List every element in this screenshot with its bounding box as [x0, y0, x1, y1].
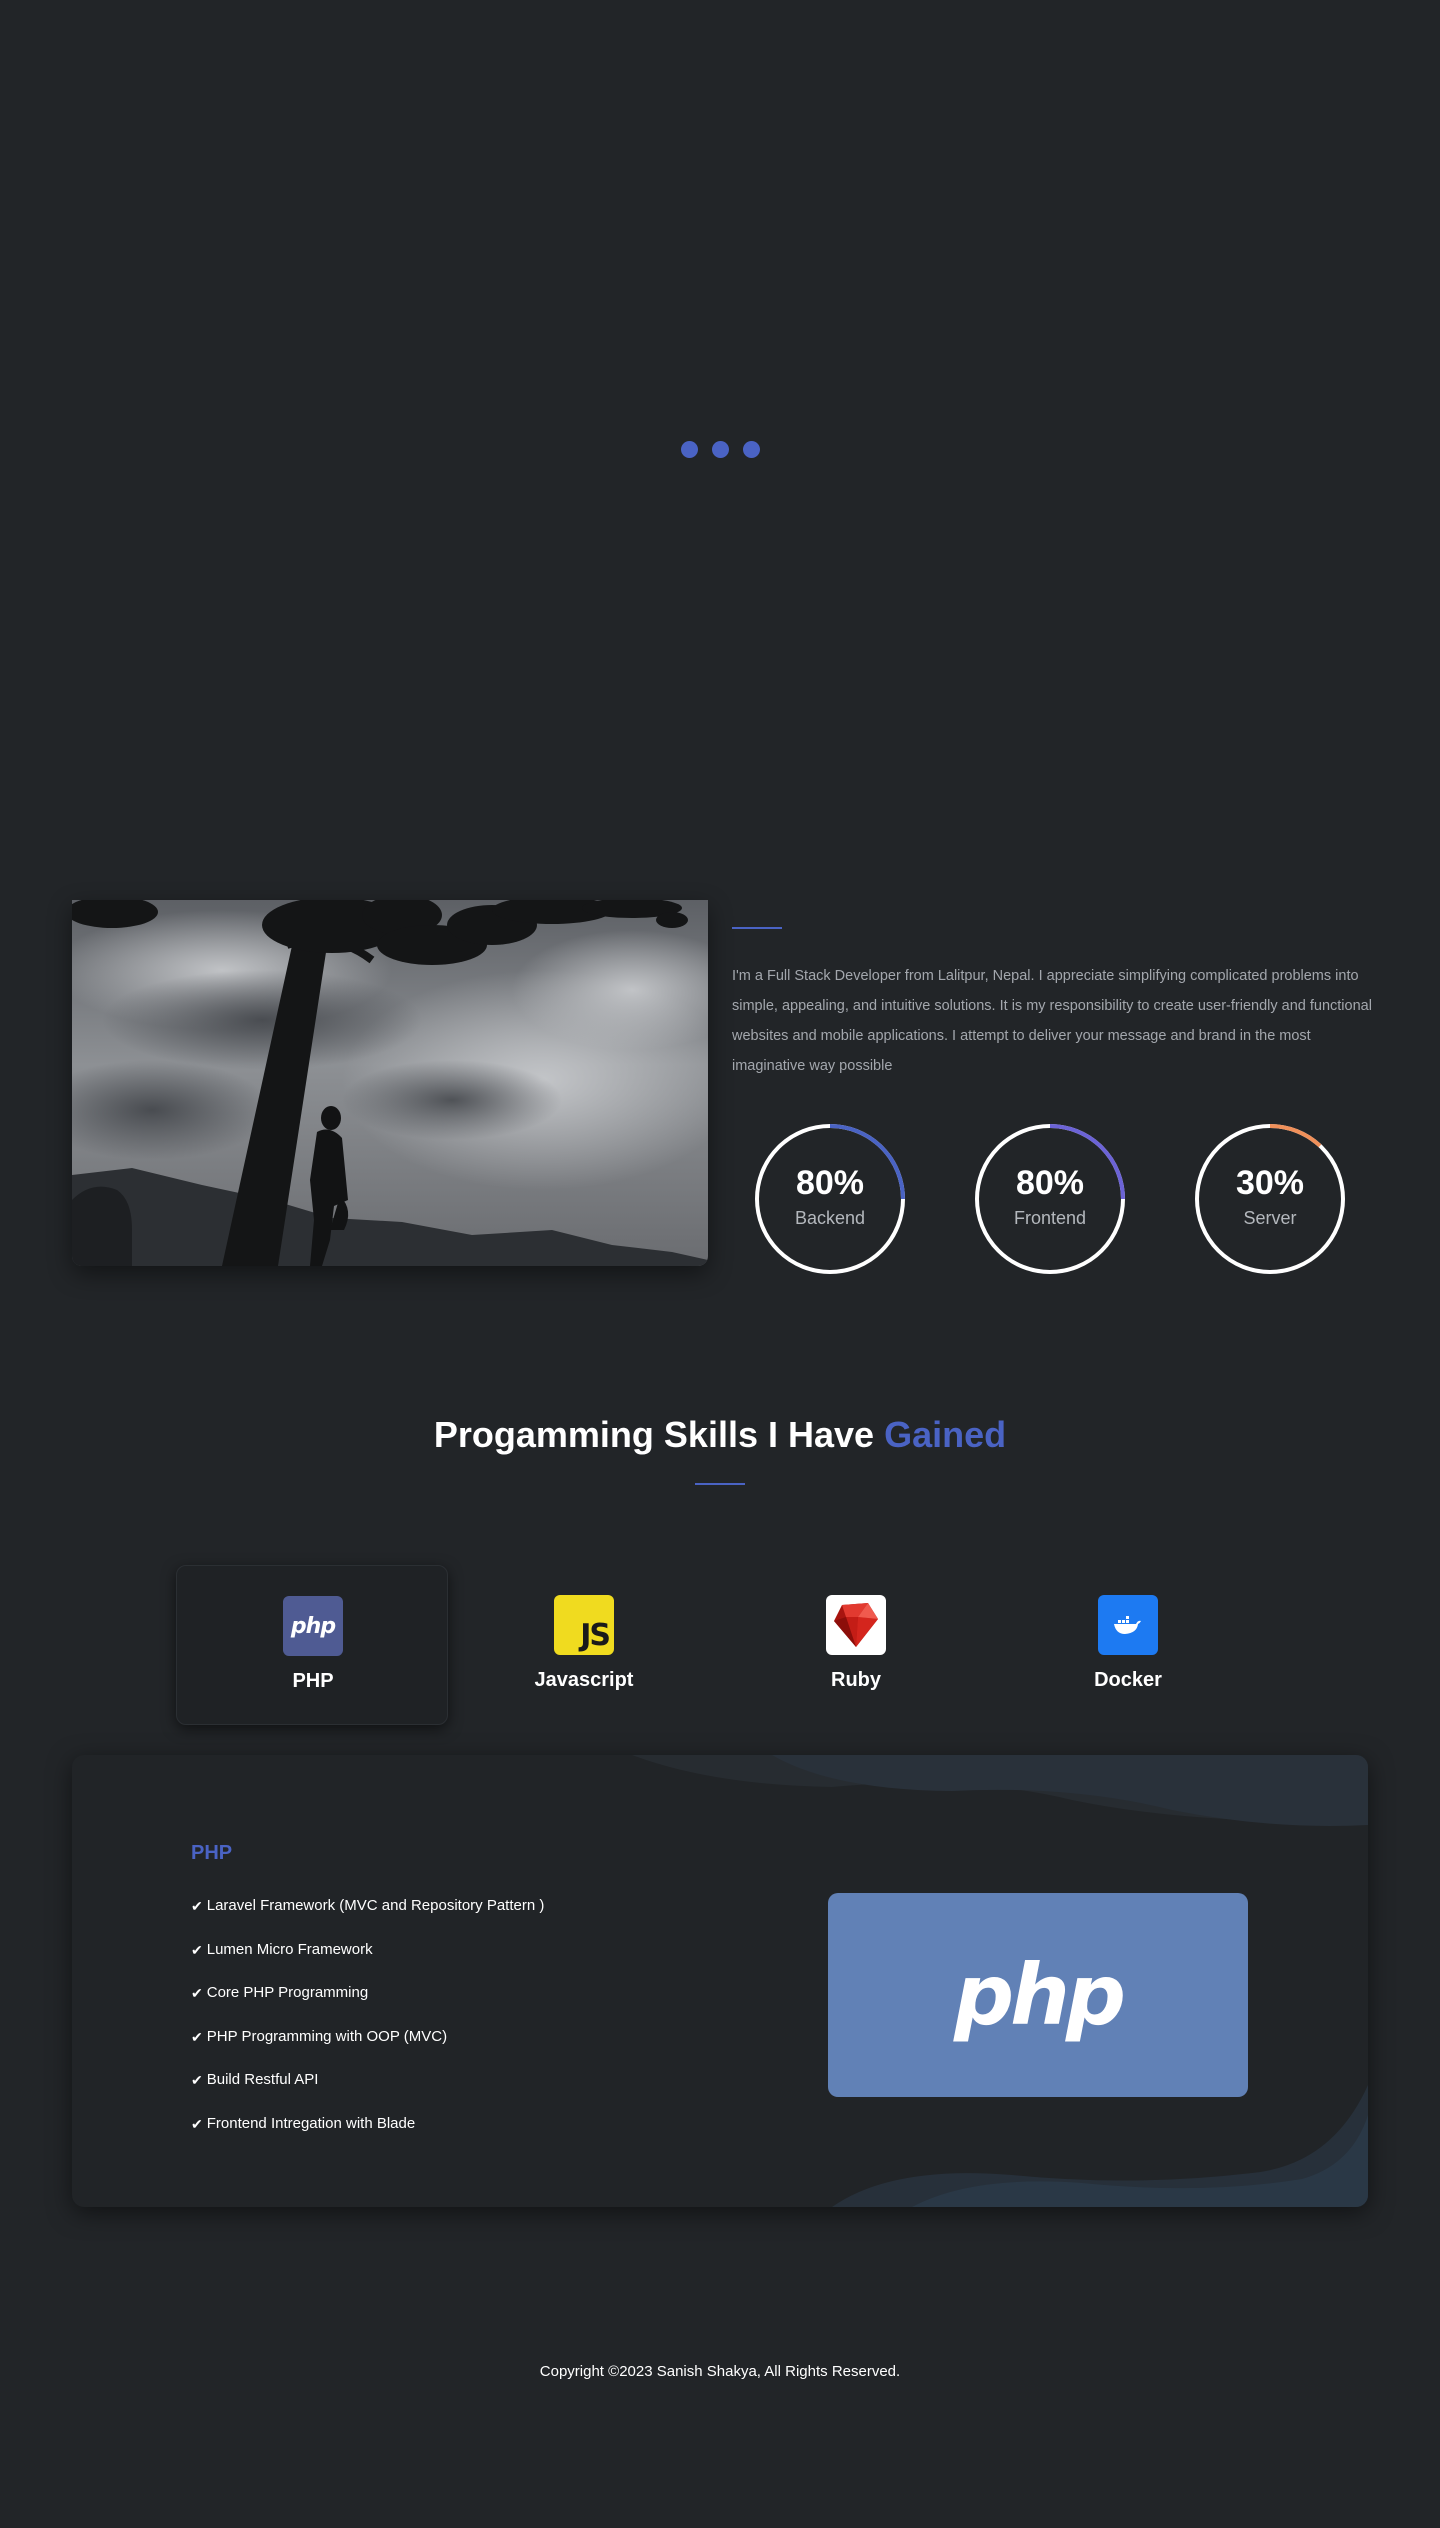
loader-dot [712, 441, 729, 458]
tab-javascript[interactable]: JS Javascript [448, 1565, 720, 1725]
tab-docker[interactable]: Docker [992, 1565, 1264, 1725]
stat-label: Server [1243, 1208, 1297, 1228]
tab-label: Docker [1094, 1669, 1162, 1691]
skills-title-main: Progamming Skills I Have [433, 1414, 875, 1455]
checkmark-icon: ✔ [191, 2115, 203, 2132]
footer-copyright: Copyright ©2023 Sanish Shakya, All Right… [539, 2363, 901, 2380]
checkmark-icon: ✔ [191, 2072, 203, 2089]
about-divider [732, 927, 782, 929]
checkmark-icon: ✔ [191, 2028, 203, 2045]
stat-server: 30% Server [1193, 1122, 1347, 1276]
docker-icon [1098, 1595, 1158, 1655]
tab-label: Ruby [831, 1669, 881, 1691]
stat-label: Frontend [1013, 1208, 1087, 1228]
list-item: ✔ Core PHP Programming [191, 1984, 369, 2002]
checkmark-icon: ✔ [191, 1898, 203, 1914]
tab-label: PHP [292, 1670, 334, 1692]
list-item: ✔ PHP Programming with OOP (MVC) [191, 2027, 448, 2045]
stat-value: 80% [795, 1164, 865, 1202]
php-logo: php [953, 1946, 1126, 2044]
php-icon-text: php [290, 1613, 336, 1639]
stat-frontend: 80% Frontend [973, 1122, 1127, 1276]
list-item: ✔ Frontend Intregation with Blade [191, 2114, 416, 2132]
skills-title-accent: Gained [884, 1414, 1007, 1455]
tab-ruby[interactable]: Ruby [720, 1565, 992, 1725]
javascript-icon-text: JS [580, 1618, 611, 1653]
about-description: I'm a Full Stack Developer from Lalitpur… [732, 968, 1372, 1074]
checkmark-icon: ✔ [191, 1985, 203, 2002]
tab-label: Javascript [534, 1669, 634, 1691]
page-loader [681, 441, 760, 458]
list-item: ✔ Laravel Framework (MVC and Repository … [191, 1897, 545, 1914]
skills-section-title: Progamming Skills I Have Gained [0, 1414, 1440, 1456]
stat-label: Backend [794, 1208, 866, 1228]
about-photo [72, 900, 708, 1266]
ruby-icon [826, 1595, 886, 1655]
javascript-icon: JS [554, 1595, 614, 1655]
skill-feature-list: ✔ Laravel Framework (MVC and Repository … [191, 1897, 544, 2159]
loader-dot [743, 441, 760, 458]
list-item: ✔ Build Restful API [191, 2071, 319, 2089]
loader-dot [681, 441, 698, 458]
skill-detail-card: PHP ✔ Laravel Framework (MVC and Reposit… [72, 1755, 1368, 2207]
skill-detail-heading: PHP [191, 1842, 233, 1864]
stat-value: 30% [1235, 1164, 1305, 1202]
php-icon: php [283, 1596, 343, 1656]
checkmark-icon: ✔ [191, 1941, 203, 1958]
php-logo-banner: php [828, 1893, 1248, 2097]
list-item: ✔ Lumen Micro Framework [191, 1940, 373, 1958]
stat-value: 80% [1015, 1164, 1085, 1202]
tab-php[interactable]: php PHP [176, 1565, 448, 1725]
skills-divider [695, 1483, 745, 1485]
stat-backend: 80% Backend [753, 1122, 907, 1276]
